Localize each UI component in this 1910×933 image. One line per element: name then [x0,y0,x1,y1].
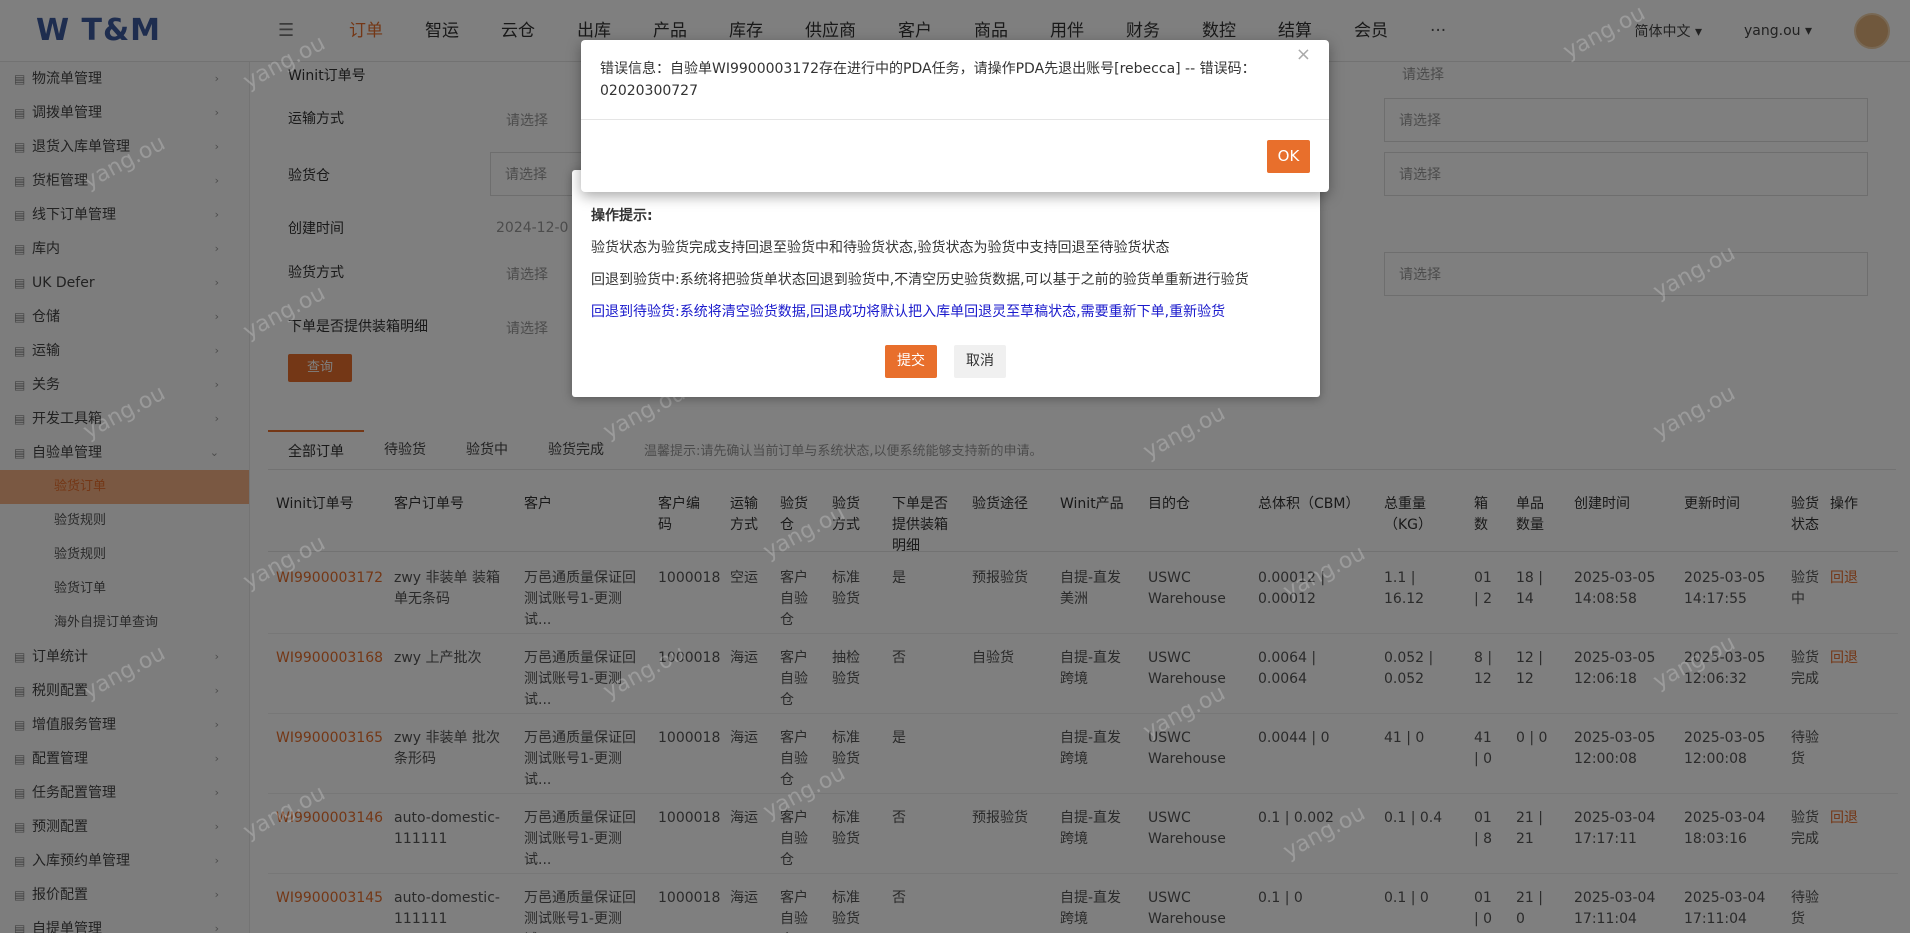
rollback-confirm-dialog: 操作提示: 验货状态为验货完成支持回退至验货中和待验货状态,验货状态为验货中支持… [572,170,1320,397]
error-message: 错误信息：自验单WI9900003172存在进行中的PDA任务，请操作PDA先退… [600,61,1256,99]
dialog-title: 操作提示: [591,208,653,224]
dialog-text: 验货状态为验货完成支持回退至验货中和待验货状态,验货状态为验货中支持回退至待验货… [591,240,1170,256]
cancel-button[interactable]: 取消 [954,345,1006,378]
dialog-text: 回退到验货中:系统将把验货单状态回退到验货中,不清空历史验货数据,可以基于之前的… [591,272,1249,288]
ok-button[interactable]: OK [1267,140,1310,173]
submit-button[interactable]: 提交 [885,345,937,378]
divider [581,119,1329,120]
error-dialog: × 错误信息：自验单WI9900003172存在进行中的PDA任务，请操作PDA… [581,40,1329,192]
dialog-text-highlight: 回退到待验货:系统将清空验货数据,回退成功将默认把入库单回退灵至草稿状态,需要重… [591,304,1226,320]
